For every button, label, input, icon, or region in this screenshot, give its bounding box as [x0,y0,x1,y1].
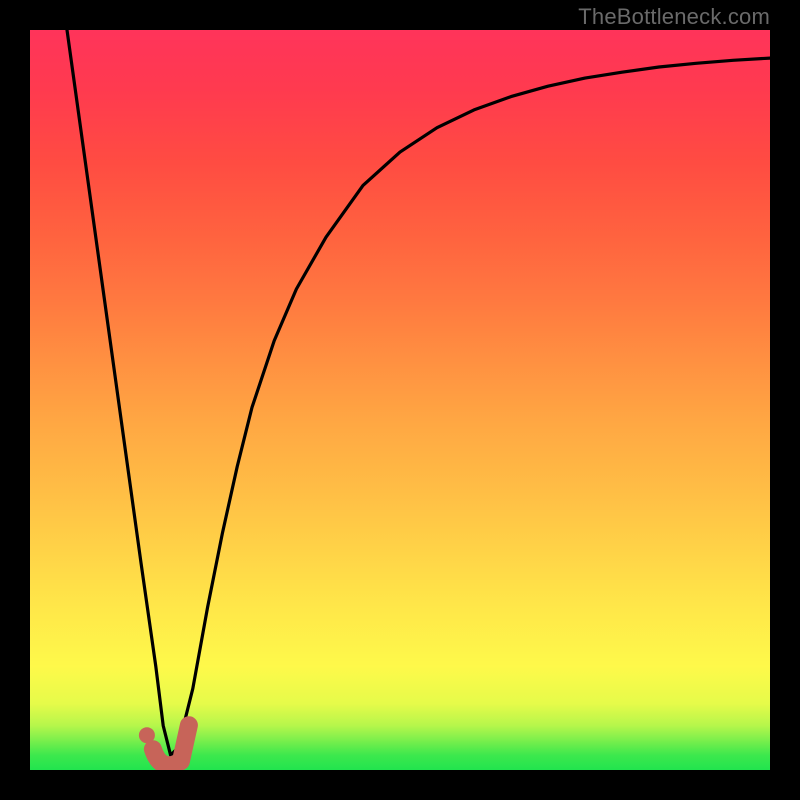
optimum-marker-hook [153,725,189,765]
chart-overlay [30,30,770,770]
bottleneck-curve [67,30,770,755]
watermark-text: TheBottleneck.com [578,4,770,30]
chart-frame: TheBottleneck.com [0,0,800,800]
optimum-marker-dot [139,727,155,743]
